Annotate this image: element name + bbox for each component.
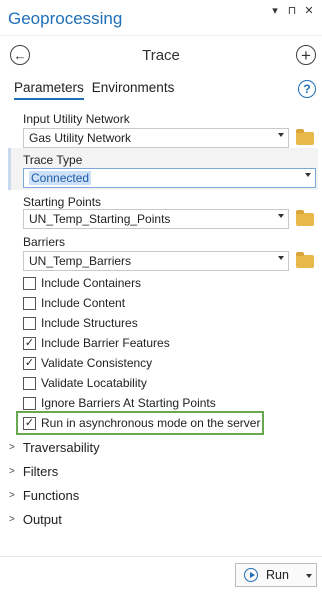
run-play-icon — [244, 568, 258, 582]
checkbox-checked[interactable]: ✓ — [23, 336, 36, 350]
chevron-right-icon: > — [9, 489, 15, 501]
barriers-dropdown[interactable]: UN_Temp_Barriers — [23, 251, 289, 271]
input-utility-network-dropdown[interactable]: Gas Utility Network — [23, 128, 289, 148]
option-include-structures[interactable]: Include Structures — [23, 315, 138, 331]
trace-type-label: Trace Type — [23, 153, 83, 167]
option-label: Run in asynchronous mode on the server — [41, 416, 261, 430]
checkbox-checked[interactable]: ✓ — [23, 416, 36, 430]
checkbox[interactable] — [23, 396, 36, 410]
section-label: Traversability — [22, 439, 100, 455]
run-label: Run — [266, 568, 289, 582]
help-icon[interactable]: ? — [298, 80, 316, 98]
option-label: Include Content — [41, 296, 126, 310]
section-filters[interactable]: > Filters — [9, 462, 58, 480]
section-output[interactable]: > Output — [9, 510, 62, 528]
folder-icon[interactable] — [296, 210, 314, 226]
add-icon[interactable]: + — [296, 45, 316, 65]
section-traversability[interactable]: > Traversability — [9, 438, 100, 456]
chevron-down-icon[interactable] — [306, 574, 312, 578]
pin-icon[interactable]: ⊓ — [287, 4, 297, 17]
section-functions[interactable]: > Functions — [9, 486, 79, 504]
chevron-down-icon — [305, 173, 311, 177]
chevron-right-icon: > — [9, 441, 15, 453]
input-utility-network-value: Gas Utility Network — [29, 131, 132, 145]
checkbox[interactable] — [23, 316, 36, 330]
section-label: Output — [22, 511, 62, 527]
option-label: Include Barrier Features — [41, 336, 170, 350]
chevron-down-icon — [278, 256, 284, 260]
option-run-async-on-server[interactable]: ✓ Run in asynchronous mode on the server — [23, 415, 260, 431]
barriers-value: UN_Temp_Barriers — [29, 254, 132, 268]
option-validate-consistency[interactable]: ✓ Validate Consistency — [23, 355, 152, 371]
checkbox[interactable] — [23, 296, 36, 310]
checkbox-checked[interactable]: ✓ — [23, 356, 36, 370]
close-icon[interactable]: ✕ — [304, 4, 314, 17]
option-include-barrier-features[interactable]: ✓ Include Barrier Features — [23, 335, 170, 351]
section-label: Filters — [22, 463, 59, 479]
option-label: Include Structures — [41, 316, 138, 330]
title-controls: ▾ ⊓ ✕ — [270, 4, 314, 17]
app-title: Geoprocessing — [8, 9, 123, 28]
chevron-right-icon: > — [9, 513, 15, 525]
checkbox[interactable] — [23, 276, 36, 290]
folder-icon[interactable] — [296, 252, 314, 268]
tab-parameters[interactable]: Parameters — [14, 80, 84, 100]
tab-strip: Parameters Environments — [14, 80, 174, 100]
trace-type-dropdown[interactable]: Connected — [23, 168, 316, 188]
chevron-down-icon — [278, 133, 284, 137]
option-include-containers[interactable]: Include Containers — [23, 275, 141, 291]
chevron-right-icon: > — [9, 465, 15, 477]
input-utility-network-label: Input Utility Network — [23, 112, 130, 126]
pane-title-bar: Geoprocessing ▾ ⊓ ✕ — [0, 0, 322, 36]
barriers-label: Barriers — [23, 235, 66, 249]
option-ignore-barriers-at-starting-points[interactable]: Ignore Barriers At Starting Points — [23, 395, 216, 411]
tool-header: ← Trace + — [0, 40, 322, 72]
pane-menu-icon[interactable]: ▾ — [270, 4, 280, 17]
tool-title: Trace — [142, 47, 180, 64]
option-include-content[interactable]: Include Content — [23, 295, 125, 311]
option-label: Include Containers — [41, 276, 142, 290]
trace-type-value: Connected — [29, 171, 92, 185]
folder-icon[interactable] — [296, 129, 314, 145]
starting-points-dropdown[interactable]: UN_Temp_Starting_Points — [23, 209, 289, 229]
checkbox[interactable] — [23, 376, 36, 390]
run-button[interactable]: Run — [235, 563, 317, 587]
section-label: Functions — [22, 487, 80, 503]
option-label: Ignore Barriers At Starting Points — [41, 396, 216, 410]
option-validate-locatability[interactable]: Validate Locatability — [23, 375, 147, 391]
option-label: Validate Locatability — [41, 376, 147, 390]
option-label: Validate Consistency — [41, 356, 153, 370]
pane-footer: Run — [0, 556, 322, 592]
starting-points-label: Starting Points — [23, 195, 102, 209]
chevron-down-icon — [278, 214, 284, 218]
tab-environments[interactable]: Environments — [92, 80, 175, 100]
starting-points-value: UN_Temp_Starting_Points — [29, 212, 171, 226]
